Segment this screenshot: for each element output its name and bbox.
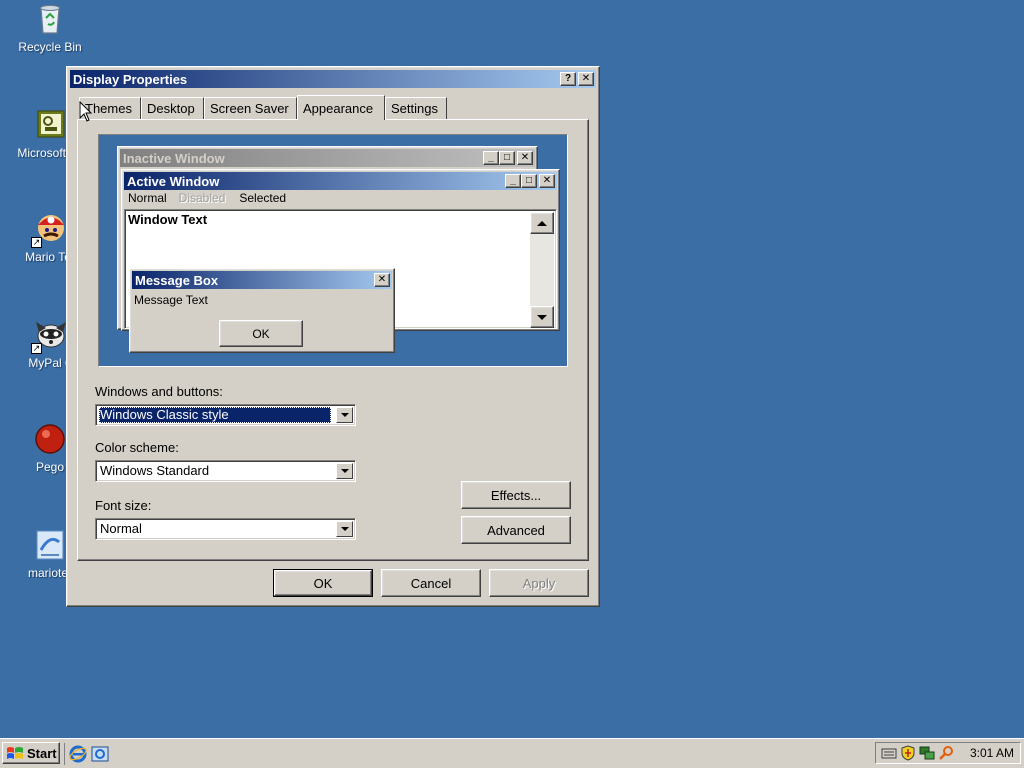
tab-screen-saver[interactable]: Screen Saver <box>204 97 297 119</box>
shortcut-arrow-icon: ↗ <box>31 343 42 354</box>
msgbox-title: Message Box <box>135 272 219 288</box>
outlook-icon <box>33 108 67 142</box>
maximize-icon: □ <box>521 174 537 188</box>
preview-menubar: Normal Disabled Selected <box>128 191 286 205</box>
tab-appearance[interactable]: Appearance <box>297 95 385 120</box>
tab-label: Screen Saver <box>210 101 289 116</box>
maximize-icon: □ <box>499 151 515 165</box>
dialog-titlebar[interactable]: Display Properties ? ✕ <box>70 70 596 88</box>
desktop-icon-recycle-bin[interactable]: Recycle Bin <box>0 2 100 54</box>
menu-selected: Selected <box>239 191 287 205</box>
msgbox-ok-button: OK <box>219 320 303 347</box>
inactive-titlebar: Inactive Window _ □ ✕ <box>120 149 535 167</box>
advanced-label: Advanced <box>487 522 545 538</box>
show-desktop-icon[interactable] <box>91 745 109 763</box>
windows-buttons-select[interactable]: Windows Classic style <box>95 404 356 426</box>
security-shield-icon[interactable] <box>900 745 916 761</box>
tab-desktop[interactable]: Desktop <box>141 97 204 119</box>
arrow-up-icon <box>537 220 547 226</box>
taskbar: Start 3:01 AM <box>0 738 1024 768</box>
system-tray: 3:01 AM <box>875 742 1021 764</box>
shortcut-arrow-icon: ↗ <box>31 237 42 248</box>
effects-label: Effects... <box>490 487 542 503</box>
mouse-cursor-icon <box>79 101 93 122</box>
msgbox-text: Message Text <box>134 293 208 307</box>
dropdown-arrow-icon[interactable] <box>336 463 353 479</box>
pego-icon <box>33 422 67 456</box>
tab-label: Desktop <box>147 101 195 116</box>
scroll-up-button <box>530 212 554 234</box>
msgbox-titlebar: Message Box ✕ <box>132 271 392 289</box>
windows-buttons-value: Windows Classic style <box>99 407 331 423</box>
mypal-icon: ↗ <box>31 318 67 354</box>
windows-logo-icon <box>7 746 23 759</box>
preview-scrollbar <box>530 212 554 328</box>
close-button[interactable]: ✕ <box>578 72 594 86</box>
windows-buttons-label: Windows and buttons: <box>95 384 223 399</box>
menu-normal: Normal <box>128 191 167 205</box>
mario-icon: ↗ <box>31 212 67 248</box>
menu-disabled: Disabled <box>178 191 226 205</box>
tab-label: Settings <box>391 101 438 116</box>
mario-file-icon <box>33 528 67 562</box>
minimize-icon: _ <box>483 151 499 165</box>
desktop-icon-label: Recycle Bin <box>18 40 82 54</box>
apply-label: Apply <box>522 575 556 591</box>
dropdown-arrow-icon[interactable] <box>336 521 353 537</box>
msgbox-ok-label: OK <box>252 326 270 341</box>
font-size-value: Normal <box>100 521 142 536</box>
window-text: Window Text <box>128 212 208 227</box>
color-scheme-select[interactable]: Windows Standard <box>95 460 356 482</box>
active-window-title: Active Window <box>127 173 220 189</box>
cancel-button[interactable]: Cancel <box>381 569 481 597</box>
color-scheme-value: Windows Standard <box>100 463 210 478</box>
close-icon: ✕ <box>374 273 390 287</box>
apply-button[interactable]: Apply <box>489 569 589 597</box>
ok-button[interactable]: OK <box>273 569 373 597</box>
active-titlebar: Active Window _ □ ✕ <box>124 172 557 190</box>
search-key-icon[interactable] <box>938 745 954 761</box>
internet-explorer-icon[interactable] <box>69 745 87 763</box>
quick-launch <box>64 743 109 765</box>
start-button[interactable]: Start <box>2 742 60 764</box>
color-scheme-label: Color scheme: <box>95 440 179 455</box>
scroll-down-button <box>530 306 554 328</box>
minimize-icon: _ <box>505 174 521 188</box>
close-icon: ✕ <box>539 174 555 188</box>
dropdown-arrow-icon[interactable] <box>336 407 353 423</box>
close-icon: ✕ <box>517 151 533 165</box>
advanced-button[interactable]: Advanced <box>461 516 571 544</box>
appearance-preview: Inactive Window _ □ ✕ Active Window _ □ … <box>98 134 568 367</box>
arrow-down-icon <box>537 314 547 320</box>
tab-label: Appearance <box>303 100 374 116</box>
clock[interactable]: 3:01 AM <box>970 746 1014 760</box>
effects-button[interactable]: Effects... <box>461 481 571 509</box>
start-label: Start <box>27 745 57 761</box>
ok-label: OK <box>313 575 333 591</box>
tab-settings[interactable]: Settings <box>385 97 447 119</box>
network-icon[interactable] <box>919 745 935 761</box>
cancel-label: Cancel <box>410 575 452 591</box>
inactive-window-title: Inactive Window <box>123 150 225 166</box>
font-size-select[interactable]: Normal <box>95 518 356 540</box>
help-button[interactable]: ? <box>560 72 576 86</box>
keyboard-icon[interactable] <box>881 746 897 760</box>
preview-message-box: Message Box ✕ Message Text OK <box>129 268 395 353</box>
dialog-title: Display Properties <box>73 71 188 87</box>
font-size-label: Font size: <box>95 498 152 513</box>
recycle-bin-icon <box>33 2 67 36</box>
